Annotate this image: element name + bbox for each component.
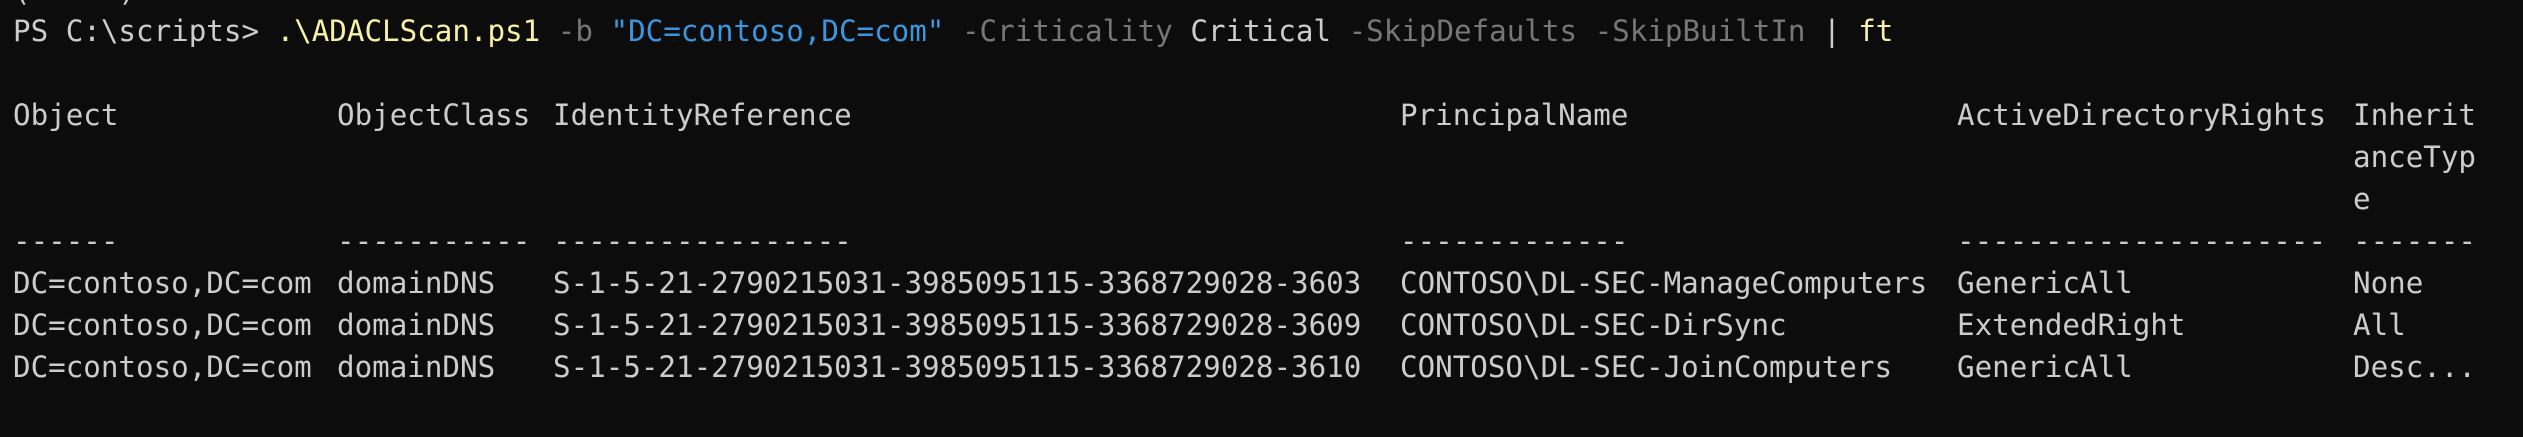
cell-principalname: CONTOSO\DL-SEC-ManageComputers bbox=[1400, 266, 1928, 300]
header-inheritance: Inherit bbox=[2353, 98, 2477, 132]
param-skipdefaults: -SkipDefaults bbox=[1348, 14, 1578, 48]
pipe-symbol: | bbox=[1823, 14, 1841, 48]
dn-string: "DC=contoso,DC=com" bbox=[610, 14, 945, 48]
cell-identityreference: S-1-5-21-2790215031-3985095115-336872902… bbox=[553, 350, 1362, 384]
separator-inheritance: ------- bbox=[2353, 224, 2477, 258]
separator-objectclass: ----------- bbox=[337, 224, 531, 258]
cell-inheritance: None bbox=[2353, 266, 2424, 300]
cell-inheritance: All bbox=[2353, 308, 2406, 342]
table-row: DC=contoso,DC=com domainDNS S-1-5-21-279… bbox=[13, 346, 2476, 388]
table-row: DC=contoso,DC=com domainDNS S-1-5-21-279… bbox=[13, 304, 2406, 346]
cell-principalname: CONTOSO\DL-SEC-JoinComputers bbox=[1400, 350, 1893, 384]
format-table-cmd: ft bbox=[1858, 14, 1894, 48]
cell-objectclass: domainDNS bbox=[337, 350, 496, 384]
cell-adrights: GenericAll bbox=[1957, 266, 2133, 300]
header-inheritance-wrap-1: anceTyp bbox=[2353, 140, 2477, 174]
header-inheritance-wrap-2: e bbox=[2353, 182, 2371, 216]
powershell-terminal[interactable]: ( ) PS C:\scripts> .\ADACLScan.ps1 -b "D… bbox=[0, 0, 2523, 437]
param-criticality: -Criticality bbox=[961, 14, 1173, 48]
cell-adrights: GenericAll bbox=[1957, 350, 2133, 384]
criticality-value: Critical bbox=[1190, 14, 1331, 48]
table-row: DC=contoso,DC=com domainDNS S-1-5-21-279… bbox=[13, 262, 2423, 304]
cell-object: DC=contoso,DC=com bbox=[13, 266, 312, 300]
header-objectclass: ObjectClass bbox=[337, 98, 531, 132]
separator-object: ------ bbox=[13, 224, 119, 258]
table-header-wrap-2: e bbox=[13, 178, 2371, 220]
cell-principalname: CONTOSO\DL-SEC-DirSync bbox=[1400, 308, 1787, 342]
header-identityreference: IdentityReference bbox=[553, 98, 852, 132]
separator-adrights: --------------------- bbox=[1957, 224, 2327, 258]
cell-object: DC=contoso,DC=com bbox=[13, 350, 312, 384]
table-separator-row: ------ ----------- ----------------- ---… bbox=[13, 220, 2476, 262]
table-header-wrap-1: anceTyp bbox=[13, 136, 2476, 178]
command-line: PS C:\scripts> .\ADACLScan.ps1 -b "DC=co… bbox=[13, 10, 1893, 52]
cell-identityreference: S-1-5-21-2790215031-3985095115-336872902… bbox=[553, 266, 1362, 300]
param-b: -b bbox=[557, 14, 593, 48]
header-principalname: PrincipalName bbox=[1400, 98, 1629, 132]
param-skipbuiltin: -SkipBuiltIn bbox=[1594, 14, 1806, 48]
cell-objectclass: domainDNS bbox=[337, 266, 496, 300]
separator-principalname: ------------- bbox=[1400, 224, 1629, 258]
cell-inheritance: Desc... bbox=[2353, 350, 2477, 384]
cell-object: DC=contoso,DC=com bbox=[13, 308, 312, 342]
cell-identityreference: S-1-5-21-2790215031-3985095115-336872902… bbox=[553, 308, 1362, 342]
header-object: Object bbox=[13, 98, 119, 132]
cell-adrights: ExtendedRight bbox=[1957, 308, 2186, 342]
prompt: PS C:\scripts> bbox=[13, 14, 277, 48]
separator-identityreference: ----------------- bbox=[553, 224, 852, 258]
script-name: .\ADACLScan.ps1 bbox=[276, 14, 541, 48]
cell-objectclass: domainDNS bbox=[337, 308, 496, 342]
table-header-row: Object ObjectClass IdentityReference Pri… bbox=[13, 94, 2476, 136]
header-adrights: ActiveDirectoryRights bbox=[1957, 98, 2327, 132]
